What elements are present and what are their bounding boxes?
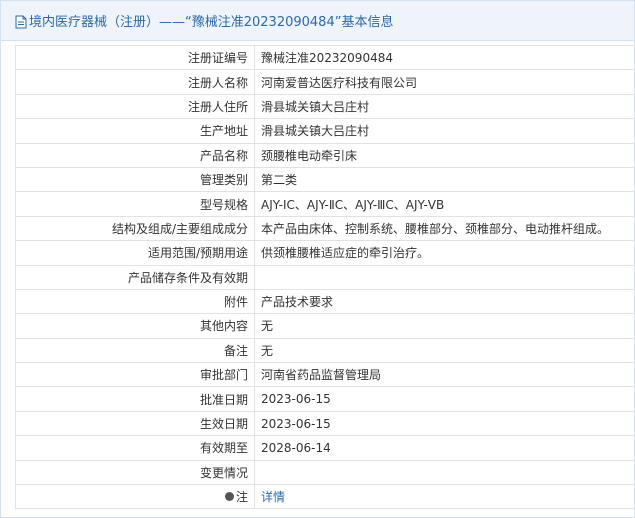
table-row: 型号规格 AJY-ⅠC、AJY-ⅡC、AJY-ⅢC、AJY-ⅤB	[15, 191, 635, 217]
table-row: 附件 产品技术要求	[15, 288, 635, 315]
row-value: 本产品由床体、控制系统、腰椎部分、颈椎部分、电动推杆组成。	[254, 215, 635, 242]
details-link[interactable]: 详情	[261, 490, 285, 504]
row-value: 2023-06-15	[254, 410, 635, 437]
row-label: 注册人名称	[15, 69, 255, 95]
info-dot-icon	[224, 492, 234, 502]
table-row: 审批部门 河南省药品监督管理局	[15, 362, 635, 388]
table-row: 生效日期 2023-06-15	[15, 410, 635, 437]
row-value: 滑县城关镇大吕庄村	[254, 93, 635, 120]
row-value: 无	[254, 313, 635, 339]
table-row: 适用范围/预期用途 供颈椎腰椎适应症的牵引治疗。	[15, 240, 635, 266]
row-value: 2028-06-14	[254, 435, 635, 461]
table-row: 变更情况	[15, 459, 635, 486]
row-label: 备注	[15, 337, 255, 364]
row-label: 有效期至	[15, 435, 255, 461]
table-row: 注册证编号 豫械注准20232090484	[15, 44, 635, 71]
row-label: 适用范围/预期用途	[15, 240, 255, 266]
table-row: 产品储存条件及有效期	[15, 264, 635, 290]
row-value: 无	[254, 337, 635, 364]
row-label: 注册证编号	[15, 44, 255, 71]
row-label: 注册人住所	[15, 93, 255, 120]
info-table: 注册证编号 豫械注准20232090484 注册人名称 河南爱普达医疗科技有限公…	[15, 44, 635, 510]
row-value: 2023-06-15	[254, 386, 635, 412]
table-row: 其他内容 无	[15, 313, 635, 339]
row-value: 滑县城关镇大吕庄村	[254, 118, 635, 144]
row-value	[254, 264, 635, 290]
note-row: 注 详情	[15, 484, 635, 510]
table-row: 管理类别 第二类	[15, 166, 635, 193]
row-value: 河南省药品监督管理局	[254, 362, 635, 388]
table-row: 注册人住所 滑县城关镇大吕庄村	[15, 93, 635, 120]
row-value: AJY-ⅠC、AJY-ⅡC、AJY-ⅢC、AJY-ⅤB	[254, 191, 635, 217]
row-label: 审批部门	[15, 362, 255, 388]
row-value: 豫械注准20232090484	[254, 44, 635, 71]
row-label: 型号规格	[15, 191, 255, 217]
note-label-cell: 注	[15, 484, 255, 510]
row-label: 批准日期	[15, 386, 255, 412]
row-label: 产品储存条件及有效期	[15, 264, 255, 290]
note-label: 注	[235, 490, 248, 505]
page-title: 境内医疗器械（注册）——“豫械注准20232090484”基本信息	[29, 15, 394, 30]
row-label: 变更情况	[15, 459, 255, 486]
row-value: 供颈椎腰椎适应症的牵引治疗。	[254, 240, 635, 266]
table-row: 生产地址 滑县城关镇大吕庄村	[15, 118, 635, 144]
document-icon	[15, 15, 27, 29]
note-value-cell: 详情	[254, 484, 635, 510]
table-row: 批准日期 2023-06-15	[15, 386, 635, 412]
row-value: 河南爱普达医疗科技有限公司	[254, 69, 635, 95]
table-row: 有效期至 2028-06-14	[15, 435, 635, 461]
row-label: 生效日期	[15, 410, 255, 437]
panel-header: 境内医疗器械（注册）——“豫械注准20232090484”基本信息	[1, 1, 634, 41]
row-label: 其他内容	[15, 313, 255, 339]
row-label: 产品名称	[15, 142, 255, 168]
table-row: 备注 无	[15, 337, 635, 364]
table-row: 结构及组成/主要组成成分 本产品由床体、控制系统、腰椎部分、颈椎部分、电动推杆组…	[15, 215, 635, 242]
row-label: 附件	[15, 288, 255, 315]
info-table-wrapper: 注册证编号 豫械注准20232090484 注册人名称 河南爱普达医疗科技有限公…	[15, 44, 635, 510]
row-label: 管理类别	[15, 166, 255, 193]
row-label: 生产地址	[15, 118, 255, 144]
row-value: 第二类	[254, 166, 635, 193]
registration-info-panel: 境内医疗器械（注册）——“豫械注准20232090484”基本信息 注册证编号 …	[0, 0, 635, 518]
row-value: 产品技术要求	[254, 288, 635, 315]
row-value	[254, 459, 635, 486]
table-row: 产品名称 颈腰椎电动牵引床	[15, 142, 635, 168]
table-row: 注册人名称 河南爱普达医疗科技有限公司	[15, 69, 635, 95]
row-value: 颈腰椎电动牵引床	[254, 142, 635, 168]
row-label: 结构及组成/主要组成成分	[15, 215, 255, 242]
